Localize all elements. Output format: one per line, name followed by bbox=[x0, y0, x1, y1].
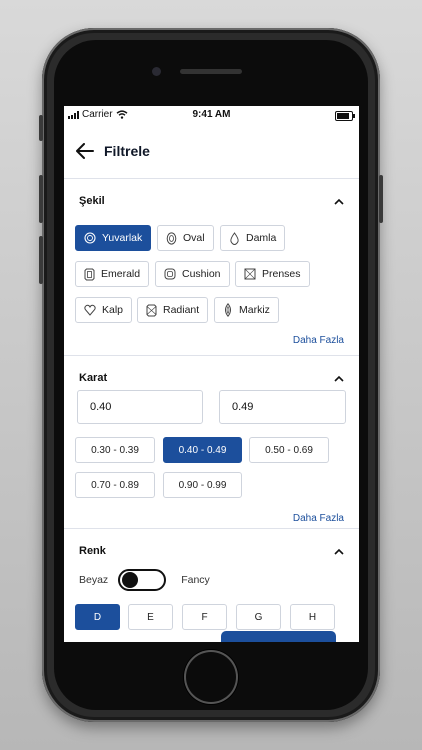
princess-diamond-icon bbox=[244, 268, 256, 280]
shape-option-label: Prenses bbox=[262, 268, 301, 280]
carat-section-title: Karat bbox=[79, 372, 108, 384]
shape-option-markiz[interactable]: Markiz bbox=[214, 297, 279, 323]
arrow-left-icon bbox=[76, 143, 94, 159]
battery-icon bbox=[335, 111, 355, 121]
shape-section-title: Şekil bbox=[79, 195, 105, 207]
marquise-diamond-icon bbox=[225, 303, 231, 317]
home-button[interactable] bbox=[184, 650, 238, 704]
carat-min-value: 0.40 bbox=[90, 401, 112, 413]
carat-range-option[interactable]: 0.70 - 0.89 bbox=[75, 472, 155, 498]
emerald-diamond-icon bbox=[84, 268, 95, 280]
status-time: 9:41 AM bbox=[192, 109, 231, 120]
shape-option-oval[interactable]: Oval bbox=[157, 225, 214, 251]
white-fancy-toggle[interactable] bbox=[118, 569, 167, 591]
mute-switch bbox=[39, 115, 43, 141]
color-section: Renk Beyaz Fancy D E F G H bbox=[64, 529, 359, 642]
chevron-up-icon bbox=[334, 546, 344, 556]
color-section-title: Renk bbox=[79, 545, 106, 557]
shape-option-label: Damla bbox=[246, 232, 277, 244]
volume-up-button bbox=[39, 175, 43, 223]
cushion-diamond-icon bbox=[164, 268, 176, 280]
shape-option-cushion[interactable]: Cushion bbox=[155, 261, 230, 287]
shape-option-label: Yuvarlak bbox=[102, 232, 143, 244]
volume-down-button bbox=[39, 236, 43, 284]
carat-section-header[interactable]: Karat bbox=[79, 372, 344, 384]
shape-option-label: Emerald bbox=[101, 268, 141, 280]
toggle-right-label: Fancy bbox=[181, 574, 210, 586]
shape-option-label: Oval bbox=[183, 232, 205, 244]
color-grade-option[interactable]: F bbox=[182, 604, 227, 630]
oval-diamond-icon bbox=[166, 231, 177, 245]
carat-max-input[interactable]: 0.49 bbox=[219, 390, 346, 424]
shape-option-prenses[interactable]: Prenses bbox=[235, 261, 310, 287]
shape-option-radiant[interactable]: Radiant bbox=[137, 297, 209, 323]
page-header: Filtrele bbox=[64, 124, 359, 179]
carat-range-option[interactable]: 0.30 - 0.39 bbox=[75, 437, 155, 463]
toggle-left-label: Beyaz bbox=[79, 574, 109, 586]
chevron-up-icon bbox=[334, 373, 344, 383]
color-grade-option[interactable]: G bbox=[236, 604, 281, 630]
shape-more-link[interactable]: Daha Fazla bbox=[293, 335, 344, 346]
shape-option-kalp[interactable]: Kalp bbox=[75, 297, 133, 323]
shape-section-header[interactable]: Şekil bbox=[79, 195, 344, 207]
carat-section: Karat 0.40 0.49 0.30 - 0.39 0.40 - 0.49 … bbox=[64, 356, 359, 529]
carat-range-option[interactable]: 0.50 - 0.69 bbox=[249, 437, 329, 463]
radiant-diamond-icon bbox=[146, 304, 157, 316]
shape-option-yuvarlak[interactable]: Yuvarlak bbox=[75, 225, 152, 251]
carat-range-option[interactable]: 0.90 - 0.99 bbox=[163, 472, 242, 498]
heart-diamond-icon bbox=[84, 304, 96, 316]
apply-button[interactable] bbox=[221, 631, 336, 642]
shape-option-emerald[interactable]: Emerald bbox=[75, 261, 150, 287]
status-bar: Carrier 9:41 AM bbox=[64, 106, 359, 124]
front-camera bbox=[152, 67, 161, 76]
chevron-up-icon bbox=[334, 196, 344, 206]
shape-option-label: Kalp bbox=[102, 304, 124, 316]
color-type-row: Beyaz Fancy bbox=[79, 569, 210, 591]
color-section-header[interactable]: Renk bbox=[79, 545, 344, 557]
shape-option-label: Markiz bbox=[239, 304, 270, 316]
page-title: Filtrele bbox=[104, 143, 150, 159]
shape-option-label: Cushion bbox=[182, 268, 221, 280]
shape-section: Şekil Yuvarlak Oval Damla Emerald Cushio… bbox=[64, 179, 359, 356]
power-button bbox=[379, 175, 383, 223]
color-grade-option[interactable]: E bbox=[128, 604, 173, 630]
color-grade-option[interactable]: H bbox=[290, 604, 335, 630]
shape-option-damla[interactable]: Damla bbox=[220, 225, 286, 251]
round-diamond-icon bbox=[84, 232, 96, 244]
back-button[interactable] bbox=[74, 140, 96, 162]
carat-range-option[interactable]: 0.40 - 0.49 bbox=[163, 437, 242, 463]
pear-diamond-icon bbox=[230, 231, 239, 245]
earpiece-speaker bbox=[180, 69, 242, 74]
carat-min-input[interactable]: 0.40 bbox=[77, 390, 203, 424]
shape-option-label: Radiant bbox=[163, 304, 200, 316]
color-grade-option[interactable]: D bbox=[75, 604, 120, 630]
carat-max-value: 0.49 bbox=[232, 401, 254, 413]
carat-more-link[interactable]: Daha Fazla bbox=[293, 513, 344, 524]
app-screen: Carrier 9:41 AM Filtrele Şekil Yuvarlak … bbox=[64, 106, 359, 642]
